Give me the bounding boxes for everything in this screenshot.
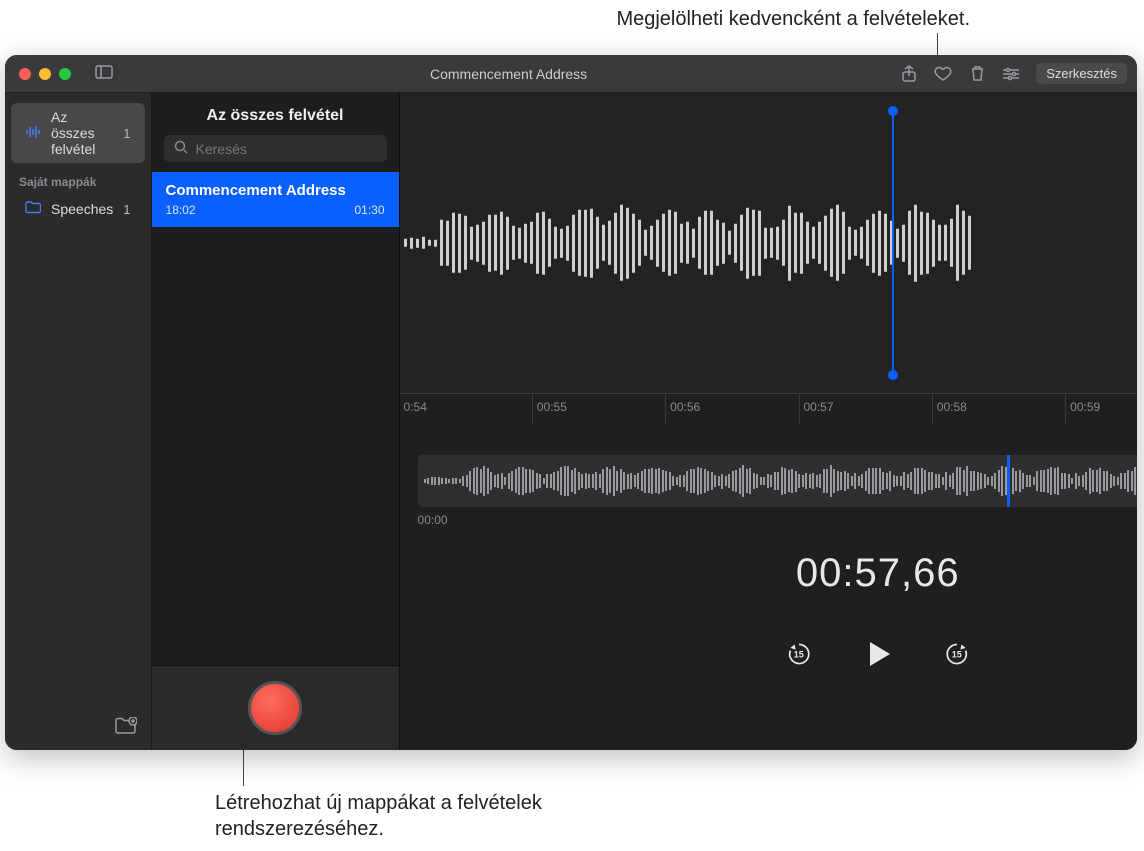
sidebar-item-folder[interactable]: Speeches 1 <box>11 195 145 223</box>
annotation-favorite: Megjelölheti kedvencként a felvételeket. <box>410 6 970 32</box>
ruler-tick: 00:59 <box>1065 394 1137 425</box>
current-time-display: 00:57,66 <box>400 551 1137 596</box>
ruler-tick: 00:56 <box>665 394 798 425</box>
sidebar: Az összes felvétel 1 Saját mappák Speech… <box>5 93 152 750</box>
toolbar-right: Szerkesztés <box>900 63 1127 84</box>
minimize-window-button[interactable] <box>39 68 51 80</box>
skip-forward-seconds: 15 <box>952 649 962 659</box>
edit-button[interactable]: Szerkesztés <box>1036 63 1127 84</box>
sidebar-toggle-button[interactable] <box>91 63 117 84</box>
skip-forward-button[interactable]: 15 <box>944 641 970 667</box>
fullscreen-window-button[interactable] <box>59 68 71 80</box>
skip-back-button[interactable]: 15 <box>786 641 812 667</box>
sidebar-item-all-recordings[interactable]: Az összes felvétel 1 <box>11 103 145 163</box>
record-bar <box>152 665 399 750</box>
ruler-tick: 0:54 <box>400 394 532 425</box>
trash-icon[interactable] <box>968 65 986 83</box>
time-ruler: 0:54 00:55 00:56 00:57 00:58 00:59 01:00… <box>400 393 1137 425</box>
ruler-tick: 00:57 <box>799 394 932 425</box>
recordings-list-panel: Az összes felvétel Commencement Address … <box>152 93 400 750</box>
playback-controls: 15 15 <box>400 636 1137 702</box>
sidebar-item-count: 1 <box>123 202 130 217</box>
search-input[interactable] <box>196 141 377 157</box>
overview-playhead[interactable] <box>1007 455 1010 507</box>
overview-start: 00:00 <box>418 513 448 527</box>
settings-sliders-icon[interactable] <box>1002 65 1020 83</box>
search-field[interactable] <box>164 135 387 162</box>
titlebar: Commencement Address <box>5 55 1137 93</box>
playhead[interactable] <box>892 111 894 375</box>
recording-item[interactable]: Commencement Address 18:02 01:30 <box>152 172 399 227</box>
window-title: Commencement Address <box>125 66 892 82</box>
sidebar-section-mydirs: Saját mappák <box>5 165 151 193</box>
waveform-icon <box>25 125 41 142</box>
sidebar-item-label: Az összes felvétel <box>51 109 113 157</box>
recording-title: Commencement Address <box>166 182 385 199</box>
play-button[interactable] <box>860 636 896 672</box>
ruler-tick: 00:58 <box>932 394 1065 425</box>
window-controls <box>19 68 71 80</box>
waveform-overview-section: 00:00 01:30 <box>418 455 1137 527</box>
waveform-main[interactable] <box>400 93 1137 393</box>
ruler-tick: 00:55 <box>532 394 665 425</box>
sidebar-item-count: 1 <box>123 126 130 141</box>
favorite-icon[interactable] <box>934 65 952 83</box>
sidebar-item-label: Speeches <box>51 201 113 217</box>
share-icon[interactable] <box>900 65 918 83</box>
skip-back-seconds: 15 <box>794 649 804 659</box>
annotation-newfolder: Létrehozhat új mappákat a felvételek ren… <box>215 790 615 842</box>
recording-duration: 01:30 <box>354 203 384 217</box>
new-folder-button[interactable] <box>115 717 137 738</box>
recording-time: 18:02 <box>166 203 196 217</box>
app-window: Commencement Address <box>5 55 1137 750</box>
player-panel: 0:54 00:55 00:56 00:57 00:58 00:59 01:00… <box>400 93 1137 750</box>
recordings-list-header: Az összes felvétel <box>152 93 399 135</box>
waveform-overview[interactable] <box>418 455 1137 507</box>
close-window-button[interactable] <box>19 68 31 80</box>
record-button[interactable] <box>248 681 302 735</box>
annotation-newfolder-line <box>243 746 244 786</box>
search-icon <box>174 140 188 157</box>
folder-icon <box>25 201 41 217</box>
